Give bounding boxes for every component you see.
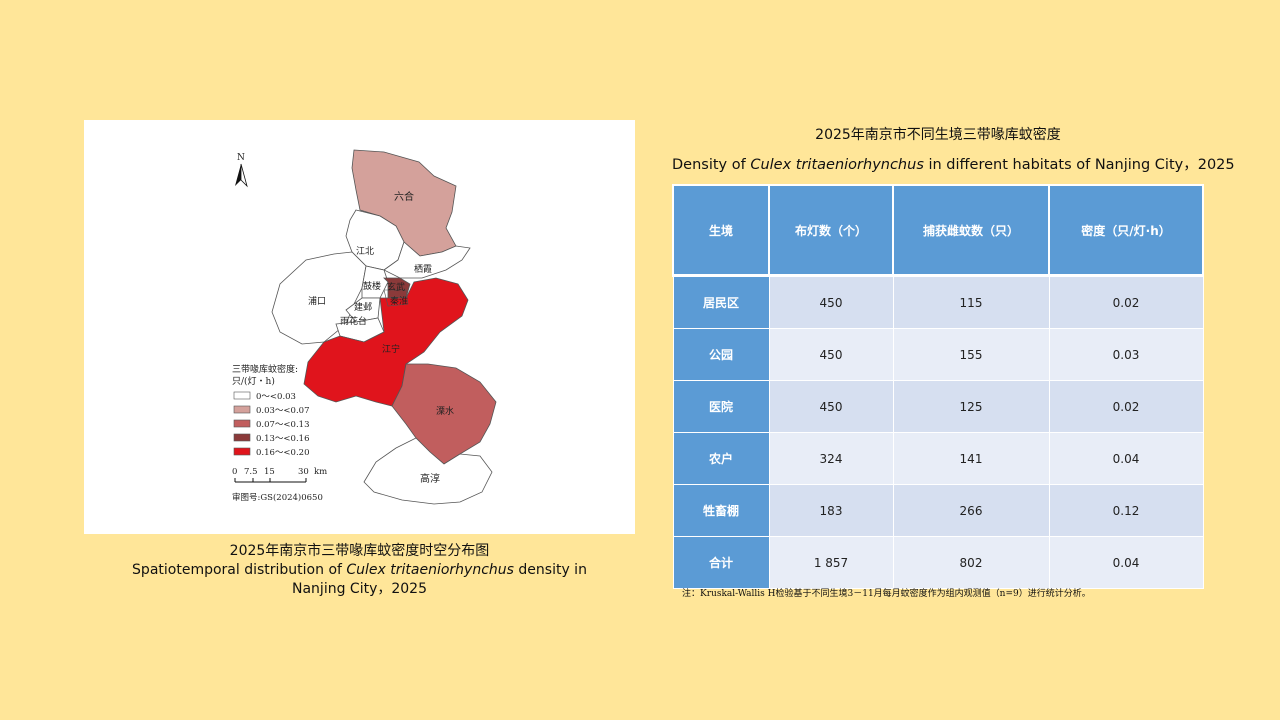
map-caption-en-species: Culex tritaeniorhynchus	[346, 562, 514, 578]
legend-title: 三带喙库蚊密度:	[232, 363, 298, 375]
map-approval-number: 审图号:GS(2024)0650	[232, 492, 323, 503]
label-xuanwu: 玄武	[387, 281, 405, 293]
table-row: 居民区 450 115 0.02	[672, 275, 1204, 329]
row-females: 266	[892, 484, 1050, 537]
habitat-density-table: 生境 布灯数（个） 捕获雌蚊数（只） 密度（只/灯·h） 居民区 450 115…	[672, 184, 1204, 589]
label-jianye: 建邺	[354, 301, 372, 313]
label-qixia: 栖霞	[414, 263, 432, 275]
row-lamps: 450	[768, 380, 894, 433]
legend-unit: 只/(灯・h)	[232, 376, 275, 387]
map-figure: N 六合 江北 栖霞 浦口 鼓楼 玄武 秦淮 建邺 雨花台 江宁 溧水 高淳 三…	[84, 120, 635, 534]
table-row-total: 合计 1 857 802 0.04	[672, 536, 1204, 589]
label-liuhe: 六合	[394, 190, 414, 203]
row-density: 0.02	[1048, 380, 1204, 433]
row-density: 0.03	[1048, 328, 1204, 381]
table-title-en-post: in different habitats of Nanjing City，20…	[923, 157, 1235, 173]
legend-label-1: 0～<0.03	[256, 392, 296, 402]
map-caption-zh: 2025年南京市三带喙库蚊密度时空分布图	[229, 543, 490, 559]
row-females: 115	[892, 275, 1050, 329]
legend-swatch-2	[233, 405, 251, 414]
legend-label-3: 0.07～<0.13	[256, 420, 309, 430]
label-qinhuai: 秦淮	[390, 295, 408, 307]
label-yuhuatai: 雨花台	[340, 315, 367, 327]
row-females: 802	[892, 536, 1050, 589]
row-lamps: 1 857	[768, 536, 894, 589]
scale-tick-0: 0	[232, 467, 237, 477]
legend-swatch-4	[233, 433, 251, 442]
label-jiangning: 江宁	[382, 343, 400, 355]
label-gulou: 鼓楼	[363, 280, 381, 292]
north-label: N	[237, 153, 245, 163]
legend-swatch-5	[233, 447, 251, 456]
label-lishui: 溧水	[436, 405, 454, 417]
header-habitat: 生境	[672, 184, 770, 277]
table-row: 医院 450 125 0.02	[672, 380, 1204, 433]
label-pukou: 浦口	[308, 295, 326, 307]
row-habitat: 牲畜棚	[672, 484, 770, 537]
table-title-en-species: Culex tritaeniorhynchus	[750, 157, 924, 173]
scale-tick-2: 15	[264, 467, 275, 477]
table-header-row: 生境 布灯数（个） 捕获雌蚊数（只） 密度（只/灯·h）	[672, 184, 1204, 277]
table-title-en: Density of Culex tritaeniorhynchus in di…	[672, 155, 1235, 175]
scale-bar: 0 7.5 15 30 km	[232, 467, 327, 483]
header-females: 捕获雌蚊数（只）	[892, 184, 1050, 277]
row-density: 0.02	[1048, 275, 1204, 329]
map-caption-en-pre: Spatiotemporal distribution of	[132, 562, 347, 578]
legend-swatch-3	[233, 419, 251, 428]
legend-label-2: 0.03～<0.07	[256, 406, 309, 416]
row-females: 155	[892, 328, 1050, 381]
table-title-en-pre: Density of	[672, 157, 751, 173]
legend-label-4: 0.13～<0.16	[256, 434, 309, 444]
label-gaochun: 高淳	[420, 472, 440, 485]
row-habitat: 农户	[672, 432, 770, 485]
scale-unit: km	[314, 467, 327, 477]
row-females: 141	[892, 432, 1050, 485]
map-caption: 2025年南京市三带喙库蚊密度时空分布图 Spatiotemporal dist…	[84, 542, 635, 599]
north-arrow-icon	[235, 163, 248, 188]
header-density: 密度（只/灯·h）	[1048, 184, 1204, 277]
legend-swatch-1	[233, 391, 251, 400]
label-jiangbei: 江北	[356, 246, 374, 257]
row-density: 0.04	[1048, 536, 1204, 589]
row-habitat: 医院	[672, 380, 770, 433]
row-lamps: 324	[768, 432, 894, 485]
header-lamps: 布灯数（个）	[768, 184, 894, 277]
legend-label-5: 0.16～<0.20	[256, 448, 309, 458]
row-females: 125	[892, 380, 1050, 433]
table-row: 公园 450 155 0.03	[672, 328, 1204, 381]
row-lamps: 450	[768, 328, 894, 381]
row-density: 0.04	[1048, 432, 1204, 485]
nanjing-density-map: N 六合 江北 栖霞 浦口 鼓楼 玄武 秦淮 建邺 雨花台 江宁 溧水 高淳 三…	[232, 149, 497, 505]
table-title: 2025年南京市不同生境三带喙库蚊密度 Density of Culex tri…	[672, 125, 1235, 175]
row-density: 0.12	[1048, 484, 1204, 537]
table-row: 牲畜棚 183 266 0.12	[672, 484, 1204, 537]
scale-tick-3: 30	[298, 467, 309, 477]
row-lamps: 450	[768, 275, 894, 329]
row-habitat: 公园	[672, 328, 770, 381]
table-footnote: 注：Kruskal-Wallis H检验基于不同生境3－11月每月蚊密度作为组内…	[682, 589, 1091, 599]
map-caption-en: Spatiotemporal distribution of Culex tri…	[84, 561, 635, 599]
row-habitat: 合计	[672, 536, 770, 589]
row-lamps: 183	[768, 484, 894, 537]
scale-tick-1: 7.5	[244, 467, 258, 477]
row-habitat: 居民区	[672, 275, 770, 329]
table-row: 农户 324 141 0.04	[672, 432, 1204, 485]
table-title-zh: 2025年南京市不同生境三带喙库蚊密度	[815, 127, 1061, 143]
